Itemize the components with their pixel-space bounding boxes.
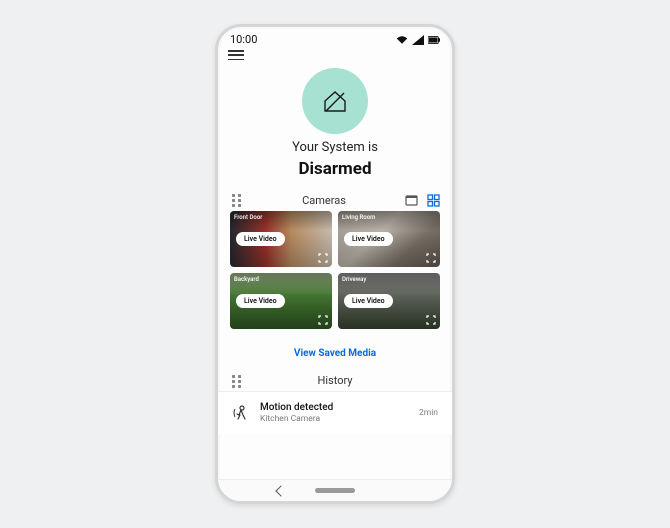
live-video-button[interactable]: Live Video <box>236 294 285 308</box>
grid-view-icon[interactable] <box>426 193 440 207</box>
camera-tile[interactable]: Backyard Live Video <box>230 273 332 329</box>
camera-tile[interactable]: Front Door Live Video <box>230 211 332 267</box>
status-icons <box>396 35 440 45</box>
live-video-button[interactable]: Live Video <box>344 294 393 308</box>
system-status-value: Disarmed <box>298 159 371 179</box>
history-item-text: Motion detected Kitchen Camera <box>260 402 409 424</box>
android-nav-bar <box>218 479 452 501</box>
phone-frame: 10:00 Your System is Disarmed Cameras <box>215 24 455 504</box>
live-video-button[interactable]: Live Video <box>344 232 393 246</box>
battery-icon <box>428 35 440 45</box>
expand-icon[interactable] <box>318 253 328 263</box>
wifi-icon <box>396 35 408 45</box>
expand-icon[interactable] <box>426 315 436 325</box>
view-saved-row: View Saved Media <box>218 329 452 370</box>
camera-name: Living Room <box>342 214 375 221</box>
camera-grid: Front Door Live Video Living Room Live V… <box>218 211 452 329</box>
menu-icon[interactable] <box>228 50 244 60</box>
expand-icon[interactable] <box>426 253 436 263</box>
camera-name: Driveway <box>342 276 366 283</box>
disarmed-house-icon <box>319 85 351 117</box>
expand-icon[interactable] <box>318 315 328 325</box>
system-status-prefix: Your System is <box>292 140 378 155</box>
system-status-circle[interactable] <box>302 68 368 134</box>
home-pill[interactable] <box>315 488 355 493</box>
live-video-button[interactable]: Live Video <box>236 232 285 246</box>
camera-name: Front Door <box>234 214 262 221</box>
system-status-hero: Your System is Disarmed <box>218 64 452 187</box>
drag-handle-icon[interactable] <box>230 375 244 387</box>
history-title: History <box>244 374 426 387</box>
camera-tile[interactable]: Living Room Live Video <box>338 211 440 267</box>
back-button[interactable] <box>275 485 286 496</box>
camera-name: Backyard <box>234 276 259 283</box>
camera-tile[interactable]: Driveway Live Video <box>338 273 440 329</box>
drag-handle-icon[interactable] <box>230 194 244 206</box>
history-item-title: Motion detected <box>260 402 409 413</box>
cameras-title: Cameras <box>244 194 404 207</box>
history-item-subtitle: Kitchen Camera <box>260 414 409 424</box>
status-bar: 10:00 <box>218 27 452 48</box>
single-view-icon[interactable] <box>404 193 418 207</box>
cameras-section-header: Cameras <box>218 187 452 211</box>
app-top-bar <box>218 48 452 64</box>
motion-icon <box>232 404 250 422</box>
view-saved-media-link[interactable]: View Saved Media <box>294 348 376 359</box>
history-item-time: 2min <box>419 408 438 418</box>
history-item[interactable]: Motion detected Kitchen Camera 2min <box>218 391 452 434</box>
signal-icon <box>412 35 424 45</box>
history-section-header: History <box>218 370 452 391</box>
clock: 10:00 <box>230 33 257 46</box>
